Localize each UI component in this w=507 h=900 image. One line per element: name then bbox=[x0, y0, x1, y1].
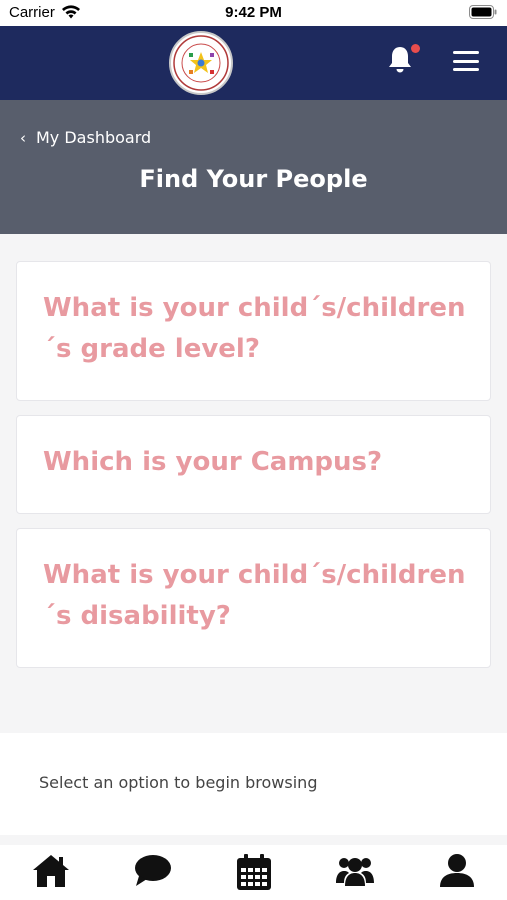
menu-icon[interactable] bbox=[453, 51, 479, 71]
home-icon[interactable] bbox=[32, 853, 70, 889]
back-link[interactable]: ‹ My Dashboard bbox=[20, 128, 151, 147]
question-card-grade-level[interactable]: What is your child´s/children ´s grade l… bbox=[16, 261, 491, 401]
notification-badge bbox=[411, 44, 420, 53]
school-seal-logo bbox=[173, 35, 229, 91]
browse-hint: Select an option to begin browsing bbox=[39, 773, 318, 792]
question-card-disability[interactable]: What is your child´s/children ´s disabil… bbox=[16, 528, 491, 668]
status-time: 9:42 PM bbox=[225, 4, 282, 21]
calendar-icon[interactable] bbox=[236, 853, 272, 891]
bottom-tab-bar bbox=[0, 845, 507, 900]
status-bar: Carrier 9:42 PM bbox=[0, 0, 507, 26]
bell-icon[interactable] bbox=[386, 44, 414, 76]
chevron-left-icon: ‹ bbox=[20, 129, 26, 147]
battery-icon bbox=[469, 5, 497, 19]
back-link-label: My Dashboard bbox=[36, 128, 152, 147]
page-title: Find Your People bbox=[139, 165, 368, 193]
top-nav-bar bbox=[0, 26, 507, 100]
question-card-text: Which is your Campus? bbox=[43, 447, 383, 477]
browse-results-area: Select an option to begin browsing bbox=[0, 733, 507, 835]
school-logo[interactable] bbox=[169, 31, 233, 95]
question-card-text: What is your child´s/children ´s grade l… bbox=[43, 293, 466, 364]
group-icon[interactable] bbox=[335, 853, 375, 889]
profile-icon[interactable] bbox=[439, 853, 475, 889]
question-card-text: What is your child´s/children ´s disabil… bbox=[43, 560, 466, 631]
question-card-campus[interactable]: Which is your Campus? bbox=[16, 415, 491, 514]
chat-icon[interactable] bbox=[133, 853, 173, 889]
